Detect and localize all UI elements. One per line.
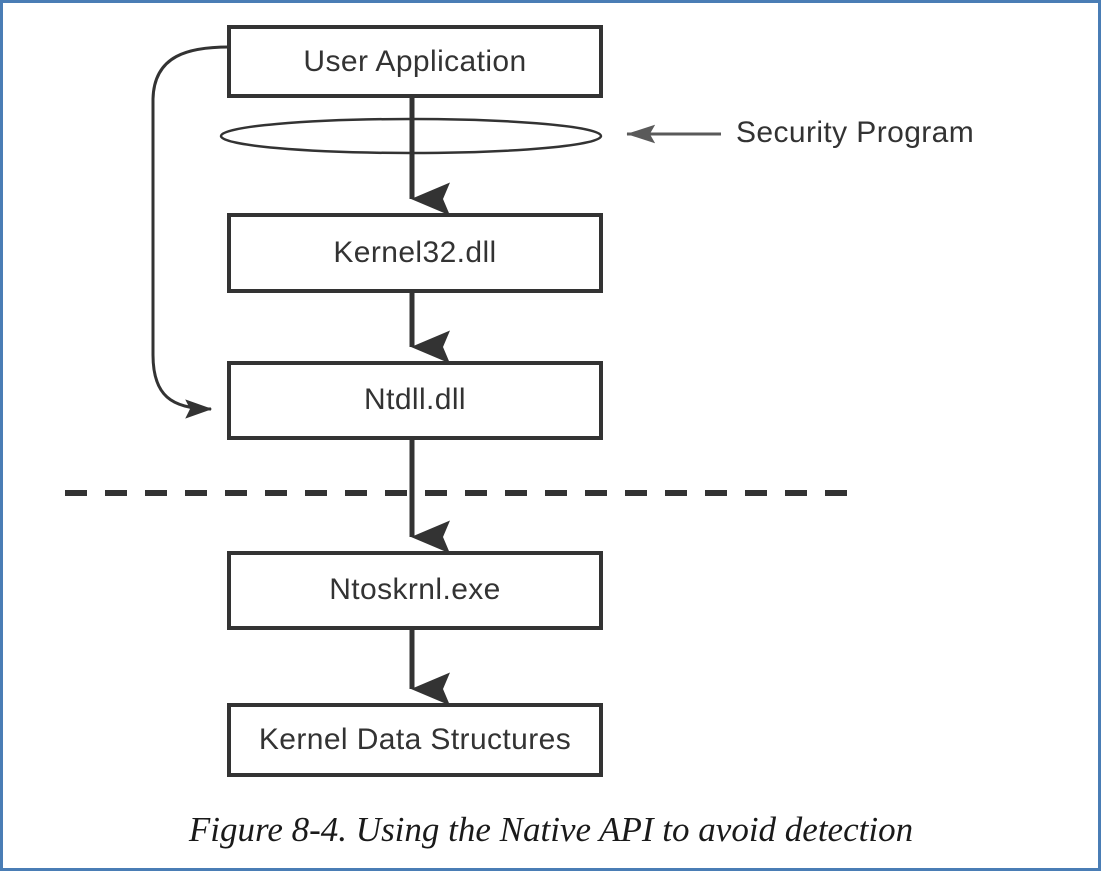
security-program-label: Security Program [736,116,974,149]
edge-bypass-user-application-to-ntdll [151,45,230,419]
node-ntdll[interactable]: Ntdll.dll [227,361,603,440]
diagram-canvas: User Application Kernel32.dll Ntdll.dll … [65,25,974,849]
node-kernel32-label: Kernel32.dll [333,236,496,269]
annotation-security-program[interactable]: Security Program [626,116,974,149]
node-ntoskrnl-label: Ntoskrnl.exe [329,573,501,606]
node-user-application-label: User Application [303,45,526,78]
node-kernel-data-structures[interactable]: Kernel Data Structures [227,703,603,777]
node-kernel32[interactable]: Kernel32.dll [227,213,603,293]
node-user-application[interactable]: User Application [227,25,603,98]
node-kernel-data-structures-label: Kernel Data Structures [259,723,571,756]
node-ntoskrnl[interactable]: Ntoskrnl.exe [227,551,603,630]
figure-frame: User Application Kernel32.dll Ntdll.dll … [0,0,1101,871]
figure-caption: Figure 8-4. Using the Native API to avoi… [188,810,913,849]
node-ntdll-label: Ntdll.dll [364,383,466,416]
